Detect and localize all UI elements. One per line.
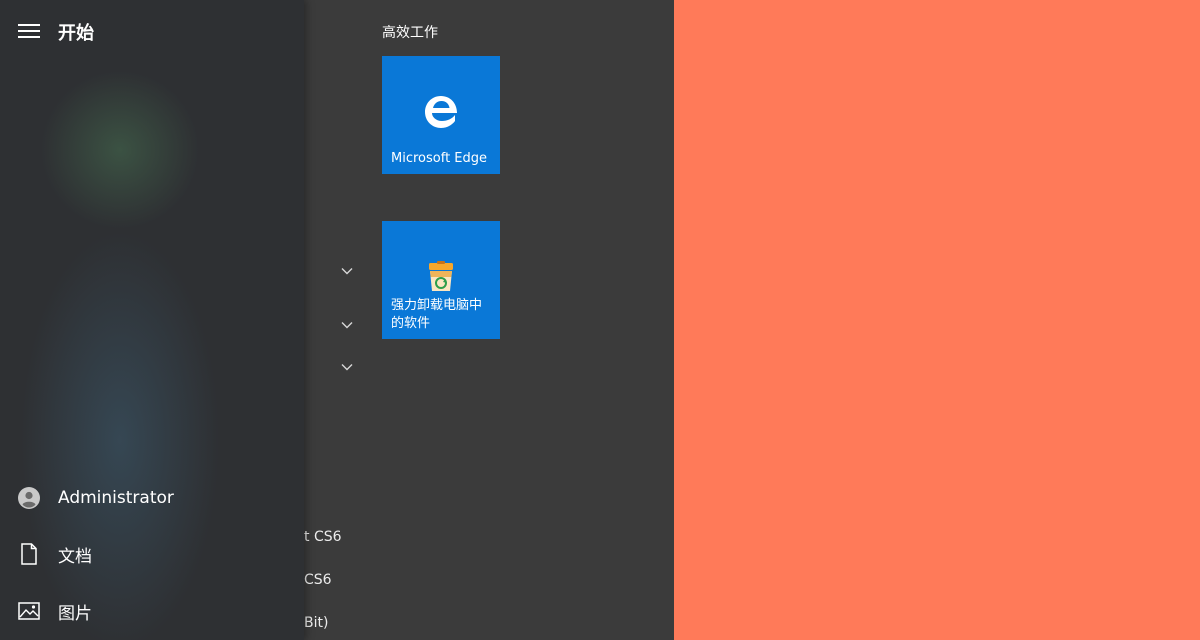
edge-tile[interactable]: Microsoft Edge <box>382 56 500 174</box>
app-list-item[interactable]: t CS6 <box>304 529 342 545</box>
app-list-item[interactable]: Bit) <box>304 615 328 631</box>
uninstall-tile-label: 强力卸载电脑中的软件 <box>391 298 483 331</box>
pictures-label: 图片 <box>58 603 92 624</box>
user-account-button[interactable]: Administrator <box>0 476 304 520</box>
acrylic-glow <box>40 70 200 230</box>
pictures-button[interactable]: 图片 <box>0 589 304 633</box>
pictures-icon <box>18 600 40 622</box>
app-list-item[interactable]: CS6 <box>304 572 332 588</box>
uninstall-tile[interactable]: 强力卸载电脑中的软件 <box>382 221 500 339</box>
start-rail: 开始 Administrator 文档 图片 <box>0 0 304 640</box>
chevron-down-icon[interactable] <box>340 360 354 374</box>
documents-button[interactable]: 文档 <box>0 532 304 576</box>
chevron-down-icon[interactable] <box>340 318 354 332</box>
uninstall-icon <box>425 261 457 297</box>
user-icon <box>18 487 40 509</box>
documents-label: 文档 <box>58 546 92 567</box>
edge-tile-label: Microsoft Edge <box>391 151 488 166</box>
document-icon <box>18 543 40 565</box>
start-title: 开始 <box>58 23 94 44</box>
user-name: Administrator <box>58 488 174 508</box>
start-menu: t CS6 CS6 Bit) 高效工作 Microsoft Edge 强力卸载电… <box>0 0 674 640</box>
chevron-down-icon[interactable] <box>340 264 354 278</box>
acrylic-glow <box>20 230 220 640</box>
hamburger-icon[interactable] <box>18 22 40 40</box>
edge-icon <box>422 93 460 135</box>
tile-group-title[interactable]: 高效工作 <box>382 22 438 42</box>
